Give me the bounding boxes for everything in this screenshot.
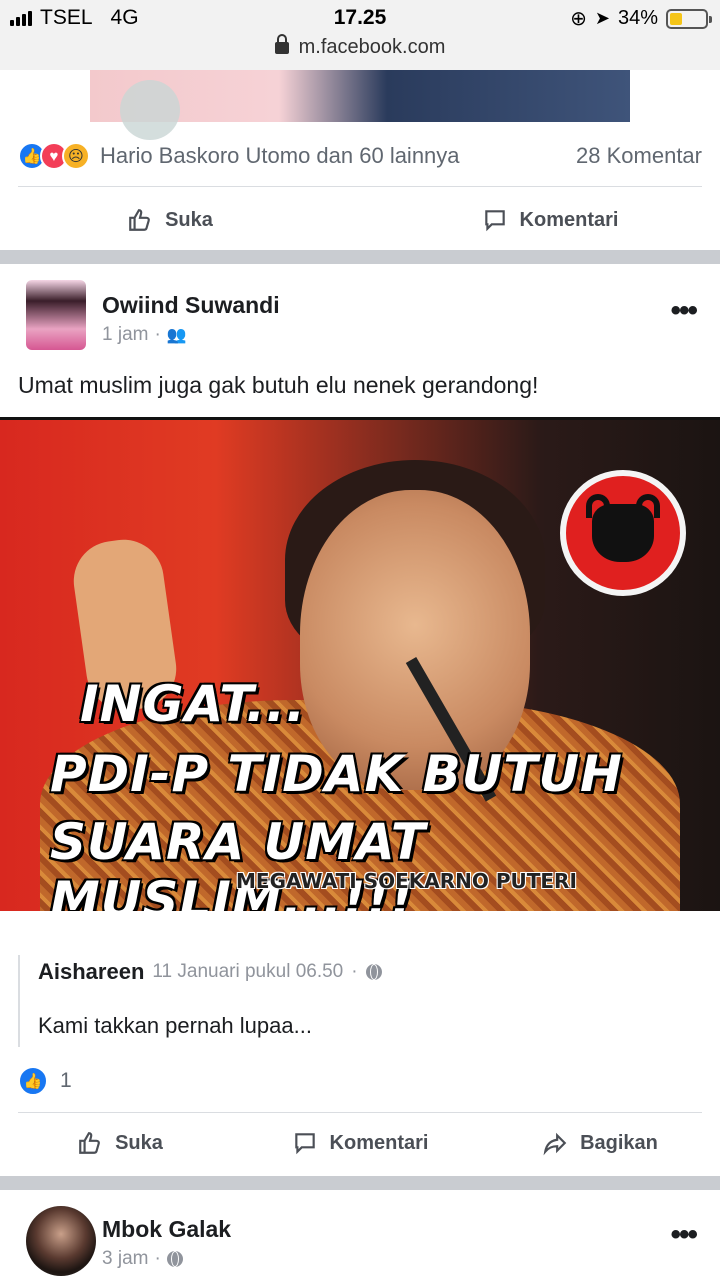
share-icon bbox=[543, 1132, 567, 1156]
more-options-button[interactable]: ••• bbox=[670, 294, 697, 328]
post-header: Owiind Suwandi 1 jam · 👥 ••• bbox=[0, 278, 720, 358]
party-logo bbox=[560, 470, 686, 596]
post-time[interactable]: 1 jam bbox=[102, 324, 148, 346]
shared-post[interactable]: Aishareen 11 Januari pukul 06.50 · Kami … bbox=[18, 955, 702, 1047]
battery-icon bbox=[666, 8, 712, 29]
image-text-line3: SUARA UMAT MUSLIM...!!! bbox=[50, 813, 427, 911]
comment-icon bbox=[484, 210, 505, 232]
next-post-author[interactable]: Mbok Galak bbox=[102, 1216, 231, 1243]
shared-time[interactable]: 11 Januari pukul 06.50 bbox=[152, 961, 343, 983]
share-label: Bagikan bbox=[580, 1131, 658, 1154]
post-author[interactable]: Owiind Suwandi bbox=[102, 292, 280, 319]
comment-icon bbox=[294, 1133, 315, 1155]
globe-icon bbox=[365, 964, 382, 980]
thumbs-up-icon bbox=[79, 1132, 100, 1154]
globe-icon bbox=[166, 1251, 183, 1267]
lock-icon bbox=[274, 34, 289, 54]
address-bar[interactable]: m.facebook.com bbox=[0, 34, 720, 70]
like-label: Suka bbox=[165, 208, 213, 231]
reactions-summary[interactable]: 👍 ♥ ☹ Hario Baskoro Utomo dan 60 lainnya… bbox=[0, 126, 720, 186]
share-button[interactable]: Bagikan bbox=[480, 1130, 720, 1156]
comments-count[interactable]: 28 Komentar bbox=[576, 143, 702, 169]
image-text-line2: PDI-P TIDAK BUTUH bbox=[50, 745, 623, 803]
reactions-text[interactable]: Hario Baskoro Utomo dan 60 lainnya bbox=[100, 143, 576, 169]
location-icon: ➤ bbox=[594, 8, 610, 28]
previous-post-image[interactable] bbox=[90, 70, 630, 140]
like-button[interactable]: Suka bbox=[0, 207, 340, 233]
like-count-value: 1 bbox=[60, 1069, 72, 1092]
shared-author[interactable]: Aishareen bbox=[38, 959, 144, 985]
status-bar: TSEL 4G 17.25 ⊕ ➤ 34% bbox=[0, 0, 720, 36]
post-text: Umat muslim juga gak butuh elu nenek ger… bbox=[18, 372, 539, 398]
avatar[interactable] bbox=[26, 1206, 96, 1276]
avatar[interactable] bbox=[26, 280, 86, 350]
like-label: Suka bbox=[115, 1131, 163, 1154]
like-reaction-icon: 👍 bbox=[18, 1066, 48, 1096]
comment-button[interactable]: Komentari bbox=[240, 1130, 480, 1156]
post-separator bbox=[0, 250, 720, 264]
rotation-lock-icon: ⊕ bbox=[570, 8, 587, 30]
comment-button[interactable]: Komentari bbox=[380, 207, 720, 233]
next-post-header: Mbok Galak 3 jam · ••• bbox=[0, 1204, 720, 1280]
sad-reaction-icon: ☹ bbox=[62, 142, 90, 170]
like-button[interactable]: Suka bbox=[0, 1130, 240, 1156]
next-post-time[interactable]: 3 jam bbox=[102, 1248, 148, 1270]
battery-percent: 34% bbox=[617, 7, 658, 29]
post-actions: Suka Komentari Bagikan bbox=[0, 1113, 720, 1173]
post-image[interactable]: INGAT... PDI-P TIDAK BUTUH SUARA UMAT MU… bbox=[0, 417, 720, 911]
like-count[interactable]: 👍 1 bbox=[18, 1066, 72, 1096]
post-separator bbox=[0, 1176, 720, 1190]
more-options-button[interactable]: ••• bbox=[670, 1218, 697, 1252]
image-credit: MEGAWATI SOEKARNO PUTERI bbox=[236, 869, 577, 893]
image-text-line1: INGAT... bbox=[80, 675, 306, 733]
previous-post-actions: Suka Komentari bbox=[0, 190, 720, 250]
thumbs-up-icon bbox=[129, 209, 150, 231]
shared-text: Kami takkan pernah lupaa... bbox=[38, 1013, 312, 1038]
url-text: m.facebook.com bbox=[298, 36, 446, 58]
comment-label: Komentari bbox=[519, 208, 619, 231]
friends-icon: 👥 bbox=[166, 327, 187, 344]
comment-label: Komentari bbox=[329, 1131, 429, 1154]
